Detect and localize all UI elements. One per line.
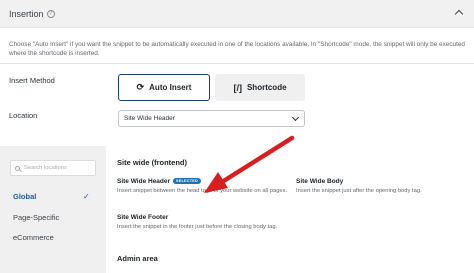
locations-panel: Search locations Global ✓ Page-Specific … <box>0 146 474 273</box>
location-item-site-wide-header[interactable]: Site Wide Header SELECTED <box>117 178 201 185</box>
shortcode-label: Shortcode <box>246 83 287 92</box>
section-title: Insertion <box>9 8 44 19</box>
location-item-desc: Insert the snippet just after the openin… <box>296 188 422 194</box>
location-item-desc: Insert the snippet in the footer just be… <box>117 224 278 230</box>
insertion-description: Choose "Auto Insert" if you want the sni… <box>9 41 465 57</box>
locations-sidebar: Search locations Global ✓ Page-Specific … <box>0 146 106 273</box>
locations-list: Site wide (frontend) Site Wide Header SEL… <box>106 146 474 273</box>
auto-insert-label: Auto Insert <box>149 83 192 92</box>
location-item-title: Site Wide Body <box>296 178 344 185</box>
insert-method-label: Insert Method <box>9 76 55 85</box>
sidebar-item-ecommerce[interactable]: eCommerce <box>13 233 54 242</box>
search-placeholder: Search locations <box>24 165 67 171</box>
shortcode-button[interactable]: [/] Shortcode <box>215 74 305 101</box>
group-title-admin-area: Admin area <box>117 254 158 263</box>
location-item-desc: Insert snippet between the head tags of … <box>117 188 288 194</box>
search-icon <box>15 165 20 171</box>
auto-insert-button[interactable]: ⟳ Auto Insert <box>118 74 210 101</box>
refresh-icon: ⟳ <box>136 82 145 92</box>
location-item-site-wide-footer[interactable]: Site Wide Footer <box>117 214 168 221</box>
divider <box>0 63 474 64</box>
location-item-site-wide-body[interactable]: Site Wide Body <box>296 178 343 185</box>
location-item-title: Site Wide Footer <box>117 214 169 221</box>
chevron-up-icon[interactable] <box>454 9 464 19</box>
sidebar-item-page-specific[interactable]: Page-Specific <box>13 213 59 222</box>
group-title-site-wide: Site wide (frontend) <box>117 158 187 167</box>
location-select[interactable]: Site Wide Header <box>118 110 305 127</box>
checkmark-icon: ✓ <box>83 192 90 201</box>
insertion-header[interactable]: Insertion ? <box>0 0 474 28</box>
selected-badge: SELECTED <box>173 178 201 184</box>
location-label: Location <box>9 111 38 120</box>
search-locations-input[interactable]: Search locations <box>10 160 96 176</box>
shortcode-brackets-icon: [/] <box>233 82 242 93</box>
location-item-title: Site Wide Header <box>117 178 171 185</box>
location-value: Site Wide Header <box>124 115 175 122</box>
sidebar-item-global-label[interactable]: Global <box>13 192 36 201</box>
question-circle-icon[interactable]: ? <box>46 9 55 18</box>
chevron-down-icon <box>291 113 300 122</box>
